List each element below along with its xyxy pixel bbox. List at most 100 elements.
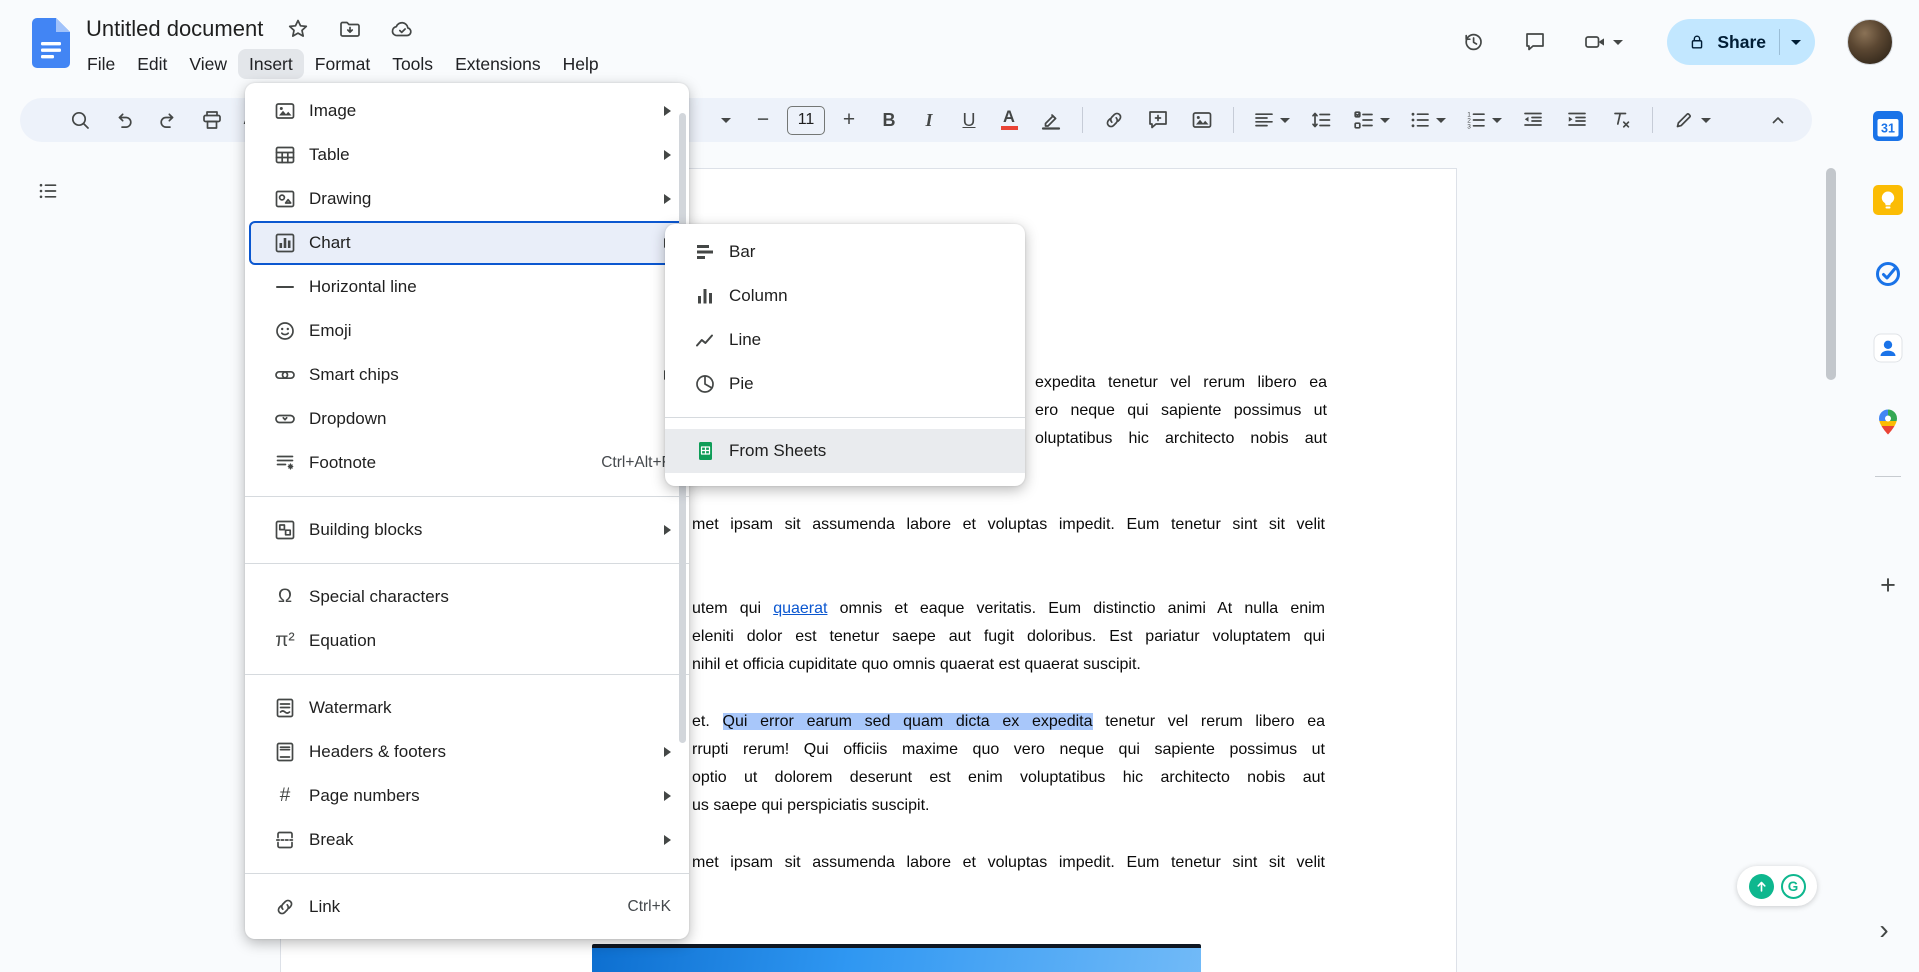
document-status-button[interactable]	[385, 12, 419, 46]
menu-extensions[interactable]: Extensions	[444, 49, 552, 79]
menu-item-equation[interactable]: π² Equation	[245, 619, 689, 663]
submenu-item-line[interactable]: Line	[665, 318, 1025, 362]
menu-item-label: Watermark	[309, 698, 392, 718]
docs-logo-icon[interactable]	[32, 18, 70, 68]
numbered-list-button[interactable]: 123	[1459, 102, 1507, 138]
clear-formatting-button[interactable]	[1603, 102, 1639, 138]
contacts-icon	[1873, 333, 1903, 363]
smart-chips-icon	[273, 363, 297, 387]
doc-selected-text: Qui error earum sed quam dicta ex expedi…	[723, 713, 1093, 730]
menu-insert[interactable]: Insert	[238, 49, 304, 79]
keep-app-button[interactable]	[1868, 180, 1908, 220]
join-call-button[interactable]	[1571, 20, 1635, 64]
submenu-item-bar[interactable]: Bar	[665, 230, 1025, 274]
expand-panel-button[interactable]: ›	[1864, 910, 1904, 950]
doc-hyperlink[interactable]: quaerat	[773, 600, 827, 617]
print-button[interactable]	[190, 102, 234, 138]
align-button[interactable]	[1247, 102, 1295, 138]
submenu-item-from-sheets[interactable]: From Sheets	[665, 429, 1025, 473]
maps-app-button[interactable]	[1868, 402, 1908, 442]
search-menus-button[interactable]	[58, 102, 102, 138]
submenu-item-column[interactable]: Column	[665, 274, 1025, 318]
menu-item-label: Building blocks	[309, 520, 422, 540]
get-addons-button[interactable]: +	[1868, 565, 1908, 605]
menu-format[interactable]: Format	[304, 49, 381, 79]
menu-item-label: Horizontal line	[309, 277, 417, 297]
grammarly-widget[interactable]: G	[1737, 866, 1817, 906]
document-scrollbar[interactable]	[1826, 168, 1836, 380]
dropdown-caret-icon	[721, 118, 731, 123]
show-outline-button[interactable]	[30, 173, 66, 209]
bold-icon: B	[883, 110, 896, 131]
menu-item-break[interactable]: Break	[245, 818, 689, 862]
decrease-indent-button[interactable]	[1515, 102, 1551, 138]
menu-item-label: Break	[309, 830, 353, 850]
menu-file[interactable]: File	[76, 49, 126, 79]
calendar-icon: 31	[1873, 111, 1903, 141]
highlighter-icon	[1039, 108, 1063, 132]
menu-item-footnote[interactable]: Footnote Ctrl+Alt+F	[245, 441, 689, 485]
line-spacing-button[interactable]	[1303, 102, 1339, 138]
chart-submenu: Bar Column Line Pie From Sheets	[665, 224, 1025, 486]
menu-item-watermark[interactable]: Watermark	[245, 686, 689, 730]
tasks-app-button[interactable]	[1868, 254, 1908, 294]
menu-item-horizontal-line[interactable]: Horizontal line	[245, 265, 689, 309]
text-color-button[interactable]: A	[993, 102, 1025, 138]
insert-image-button[interactable]	[1184, 102, 1220, 138]
add-comment-button[interactable]	[1140, 102, 1176, 138]
increase-indent-button[interactable]	[1559, 102, 1595, 138]
undo-button[interactable]	[102, 102, 146, 138]
menu-item-label: Smart chips	[309, 365, 399, 385]
image-icon	[1190, 108, 1214, 132]
submenu-item-pie[interactable]: Pie	[665, 362, 1025, 406]
redo-button[interactable]	[146, 102, 190, 138]
submenu-arrow-icon	[664, 791, 671, 801]
doc-text-line: nihil et officia cupiditate quo omnis qu…	[692, 651, 1325, 679]
menu-item-drawing[interactable]: Drawing	[245, 177, 689, 221]
page-break-icon	[273, 828, 297, 852]
share-divider	[1779, 29, 1780, 55]
insert-link-button[interactable]	[1096, 102, 1132, 138]
bulleted-list-button[interactable]	[1403, 102, 1451, 138]
comments-button[interactable]	[1513, 20, 1557, 64]
bold-button[interactable]: B	[873, 102, 905, 138]
menu-item-headers-footers[interactable]: Headers & footers	[245, 730, 689, 774]
decrease-font-size-button[interactable]: −	[747, 102, 779, 138]
editing-mode-button[interactable]	[1666, 102, 1716, 138]
calendar-app-button[interactable]: 31	[1868, 106, 1908, 146]
menu-item-special-characters[interactable]: Ω Special characters	[245, 575, 689, 619]
menu-edit[interactable]: Edit	[126, 49, 178, 79]
menu-help[interactable]: Help	[552, 49, 610, 79]
menu-item-chart[interactable]: Chart	[249, 221, 685, 265]
checklist-button[interactable]	[1347, 102, 1395, 138]
doc-text-line: met ipsam sit assumenda labore et volupt…	[692, 511, 1325, 539]
outline-icon	[36, 179, 60, 203]
font-family-dropdown[interactable]	[713, 102, 739, 138]
share-button[interactable]: Share	[1667, 19, 1815, 65]
share-dropdown-icon[interactable]	[1791, 40, 1801, 45]
menu-item-link[interactable]: Link Ctrl+K	[245, 885, 689, 929]
inline-document-image[interactable]	[592, 944, 1201, 972]
move-folder-button[interactable]	[333, 12, 367, 46]
menu-item-building-blocks[interactable]: Building blocks	[245, 508, 689, 552]
increase-font-size-button[interactable]: +	[833, 102, 865, 138]
contacts-app-button[interactable]	[1868, 328, 1908, 368]
menu-view[interactable]: View	[178, 49, 238, 79]
font-size-input[interactable]: 11	[787, 106, 825, 135]
highlight-color-button[interactable]	[1033, 102, 1069, 138]
menu-item-image[interactable]: Image	[245, 89, 689, 133]
document-title[interactable]: Untitled document	[86, 16, 263, 42]
italic-button[interactable]: I	[913, 102, 945, 138]
version-history-button[interactable]	[1451, 20, 1495, 64]
menu-item-table[interactable]: Table	[245, 133, 689, 177]
menu-item-smart-chips[interactable]: Smart chips	[245, 353, 689, 397]
link-icon	[1102, 108, 1126, 132]
account-avatar[interactable]	[1847, 19, 1893, 65]
menu-item-dropdown[interactable]: Dropdown	[245, 397, 689, 441]
hide-menus-button[interactable]	[1760, 102, 1796, 138]
menu-item-page-numbers[interactable]: # Page numbers	[245, 774, 689, 818]
menu-item-emoji[interactable]: Emoji	[245, 309, 689, 353]
underline-button[interactable]: U	[953, 102, 985, 138]
menu-tools[interactable]: Tools	[381, 49, 444, 79]
star-button[interactable]	[281, 12, 315, 46]
